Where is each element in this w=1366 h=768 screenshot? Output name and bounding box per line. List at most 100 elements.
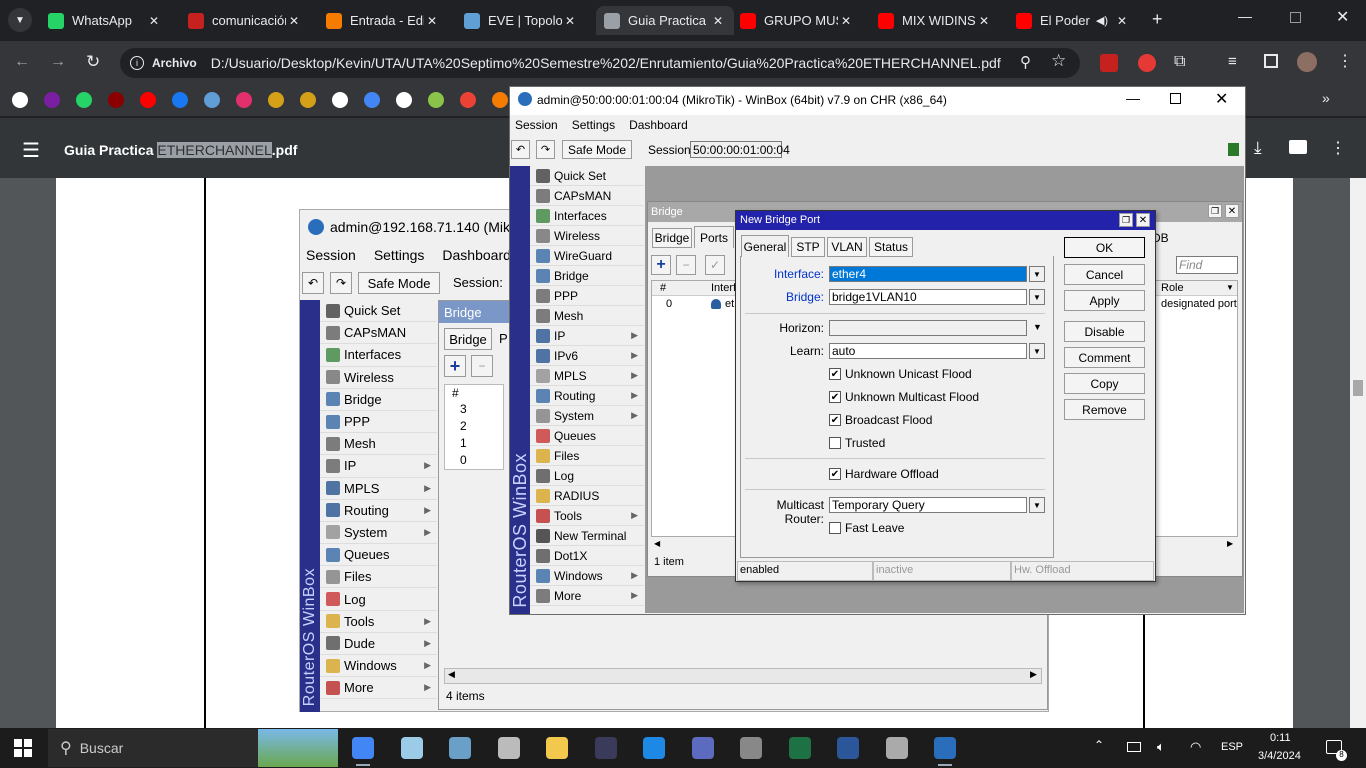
fg-menu-item[interactable]: WireGuard — [530, 246, 644, 266]
menu-dashboard[interactable]: Dashboard — [629, 118, 688, 132]
close-browser-button[interactable]: ✕ — [1336, 7, 1349, 27]
file-explorer-icon[interactable] — [546, 737, 568, 759]
pdf-scroll-thumb[interactable] — [1353, 380, 1363, 396]
bookmark-favicon-icon[interactable] — [172, 92, 188, 108]
url-text[interactable]: D:/Usuario/Desktop/Kevin/UTA/UTA%20Septi… — [211, 55, 1001, 71]
bookmark-favicon-icon[interactable] — [204, 92, 220, 108]
remove-port-icon[interactable]: − — [676, 255, 696, 275]
bg-menu-item[interactable]: Wireless — [320, 367, 437, 389]
side-panel-icon[interactable] — [1264, 54, 1278, 68]
browser-tab[interactable]: Guia Practica ✕ — [596, 6, 734, 35]
fg-menu-item[interactable]: Wireless — [530, 226, 644, 246]
bookmark-favicon-icon[interactable] — [396, 92, 412, 108]
extensions-puzzle-icon[interactable]: ⧉ — [1174, 53, 1185, 71]
row-interface[interactable]: et — [725, 298, 734, 310]
bookmark-favicon-icon[interactable] — [492, 92, 508, 108]
fg-menu-item[interactable]: Quick Set — [530, 166, 644, 186]
network-icon[interactable] — [691, 737, 714, 759]
fg-menu-item[interactable]: PPP — [530, 286, 644, 306]
bg-remove-icon[interactable]: − — [471, 355, 493, 377]
notepad-icon[interactable] — [400, 737, 423, 759]
flood-option-checkbox[interactable]: ✔ — [829, 391, 841, 403]
volume-icon[interactable]: 🔈︎ — [1157, 739, 1165, 755]
fg-menu-item[interactable]: Mesh — [530, 306, 644, 326]
bookmark-favicon-icon[interactable] — [428, 92, 444, 108]
fg-menu-item[interactable]: Bridge — [530, 266, 644, 286]
bg-menu-item[interactable]: Tools ▶ — [320, 611, 437, 633]
print-icon[interactable] — [1289, 140, 1307, 154]
row-role[interactable]: designated port — [1161, 298, 1237, 310]
fg-menu-item[interactable]: Files — [530, 446, 644, 466]
undo-button[interactable]: ↶ — [511, 140, 530, 159]
pdf-menu-icon[interactable]: ☰ — [22, 138, 40, 163]
bookmark-favicon-icon[interactable] — [44, 92, 60, 108]
fg-menu-item[interactable]: RADIUS — [530, 486, 644, 506]
browser-tab[interactable]: MIX WIDINS ✕ — [870, 6, 1000, 35]
bridge-select[interactable]: bridge1VLAN10 — [829, 289, 1027, 305]
remove-button[interactable]: Remove — [1064, 399, 1145, 420]
bg-menu-item[interactable]: Bridge — [320, 389, 437, 411]
disable-button[interactable]: Disable — [1064, 321, 1145, 342]
enable-port-icon[interactable]: ✓ — [705, 255, 725, 275]
omnibox[interactable]: i Archivo D:/Usuario/Desktop/Kevin/UTA/U… — [120, 48, 1080, 78]
clock-time[interactable]: 0:11 — [1270, 732, 1291, 744]
horizon-field[interactable] — [829, 320, 1027, 336]
bookmark-favicon-icon[interactable] — [108, 92, 124, 108]
ok-button[interactable]: OK — [1064, 237, 1145, 258]
bookmark-favicon-icon[interactable] — [140, 92, 156, 108]
multicast-router-select[interactable]: Temporary Query — [829, 497, 1027, 513]
printer-icon[interactable] — [885, 737, 908, 759]
browser-tab[interactable]: Entrada - Edi ✕ — [318, 6, 448, 35]
clock-date[interactable]: 3/4/2024 — [1258, 750, 1301, 762]
tab-close-icon[interactable]: ✕ — [710, 14, 726, 28]
chrome-icon[interactable] — [352, 737, 374, 759]
bg-bridge-tab-bridge[interactable]: Bridge — [444, 328, 492, 350]
taskbar-search[interactable]: ⚲ Buscar — [48, 729, 338, 767]
tab-close-icon[interactable]: ✕ — [838, 14, 854, 28]
fg-menu-item[interactable]: IPv6 ▶ — [530, 346, 644, 366]
bg-table-row[interactable]: 3 — [460, 402, 467, 416]
winbox-maximize-button[interactable] — [1170, 93, 1181, 104]
fg-menu-item[interactable]: Windows ▶ — [530, 566, 644, 586]
menu-settings[interactable]: Settings — [572, 118, 615, 132]
bookmark-favicon-icon[interactable] — [300, 92, 316, 108]
bg-safe-mode-button[interactable]: Safe Mode — [358, 272, 440, 294]
bg-menu-item[interactable]: Mesh — [320, 433, 437, 456]
flood-option-checkbox[interactable] — [829, 437, 841, 449]
bookmark-favicon-icon[interactable] — [364, 92, 380, 108]
bookmark-favicon-icon[interactable] — [268, 92, 284, 108]
tab-status[interactable]: Status — [869, 237, 913, 257]
tab-vlan[interactable]: VLAN — [827, 237, 867, 257]
tab-close-icon[interactable]: ✕ — [976, 14, 992, 28]
horizon-dropdown-icon[interactable]: ▼ — [1033, 322, 1042, 332]
interface-dropdown-icon[interactable]: ▼ — [1029, 266, 1045, 282]
media-queue-icon[interactable]: ≡ — [1228, 53, 1237, 70]
cancel-button[interactable]: Cancel — [1064, 264, 1145, 285]
fg-menu-item[interactable]: Interfaces — [530, 206, 644, 226]
menu-session[interactable]: Session — [515, 118, 558, 132]
bg-menu-item[interactable]: More ▶ — [320, 677, 437, 700]
find-input[interactable]: Find — [1176, 256, 1238, 274]
tab-close-icon[interactable]: ✕ — [1114, 14, 1130, 28]
tab-close-icon[interactable]: ✕ — [286, 14, 302, 28]
vm-icon[interactable] — [643, 737, 665, 759]
reload-icon[interactable]: ↻ — [86, 52, 100, 72]
flood-option-checkbox[interactable]: ✔ — [829, 414, 841, 426]
sticky-icon[interactable] — [594, 737, 617, 759]
windows-start-icon[interactable] — [14, 739, 32, 757]
bg-table-row[interactable]: 1 — [460, 436, 467, 450]
bg-menu-item[interactable]: Quick Set — [320, 300, 437, 323]
bg-scroll-left-icon[interactable]: ◀ — [448, 669, 455, 680]
bg-add-icon[interactable]: + — [444, 355, 466, 377]
bookmark-star-icon[interactable]: ☆ — [1051, 51, 1066, 71]
paint-icon[interactable] — [449, 737, 471, 759]
fast-leave-checkbox[interactable] — [829, 522, 841, 534]
browser-tab[interactable]: comunicación ✕ — [180, 6, 310, 35]
more-bookmarks-icon[interactable]: » — [1322, 90, 1330, 106]
bg-menu-item[interactable]: IP ▶ — [320, 455, 437, 478]
pdf-more-icon[interactable]: ⋮ — [1330, 138, 1346, 158]
learn-select[interactable]: auto — [829, 343, 1027, 359]
tab-close-icon[interactable]: ✕ — [424, 14, 440, 28]
bridge-tab-ports[interactable]: Ports — [694, 226, 734, 248]
bg-menu-item[interactable]: System ▶ — [320, 522, 437, 545]
